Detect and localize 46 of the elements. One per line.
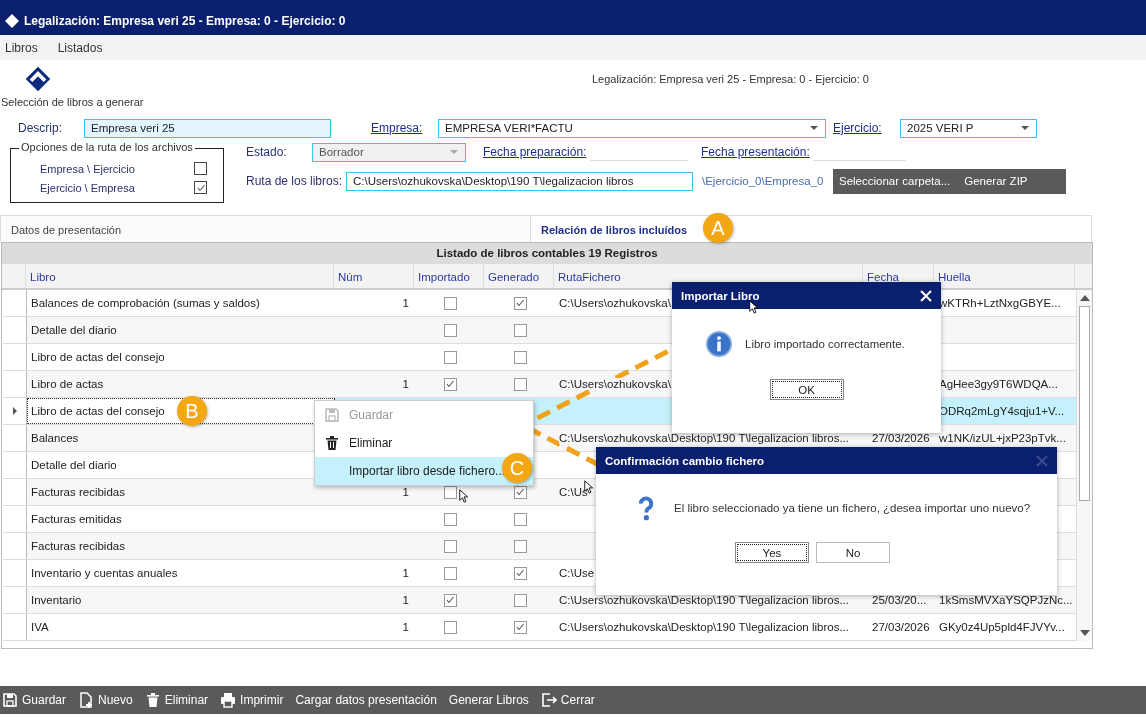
table-cell: 1 <box>402 486 409 498</box>
table-cell: 1 <box>402 378 409 390</box>
table-cell: ODRq2mLgY4sqju1+V... <box>939 405 1065 417</box>
table-cell: IVA <box>31 621 49 633</box>
path-suffix: \Ejercicio_0\Empresa_0 <box>702 175 825 187</box>
table-cell: Inventario <box>31 594 82 606</box>
table-cell: C:\Users\ozhukovska\ <box>559 378 671 390</box>
callout-badge: B <box>177 396 207 426</box>
field-label: Descrip: <box>18 121 63 135</box>
table-cell: GKy0z4Up5pld4FJVYv... <box>939 621 1065 633</box>
window-title: Legalización: Empresa veri 25 - Empresa: 0 - Ejercicio: 0 <box>24 13 346 28</box>
table-cell: wKTRh+LztNxgGBYE... <box>939 297 1061 309</box>
option-label: Ejercicio \ Empresa <box>40 181 135 194</box>
table-cell: C:\Use <box>559 567 595 579</box>
table-cell: C:\Users\ozhukovska\Desktop\190 T\legalizacion libros... <box>559 621 849 633</box>
option-label: Empresa \ Ejercicio <box>40 162 135 175</box>
table-cell: Inventario y cuentas anuales <box>31 567 178 579</box>
table-title: Listado de libros contables 19 Registros <box>2 243 1092 264</box>
dialog-title: Confirmación cambio fichero <box>605 454 765 467</box>
table-cell: AgHee3gy9T6WDQA... <box>939 378 1058 390</box>
table-cell: Libro de actas <box>31 378 104 390</box>
table-cell: Facturas emitidas <box>31 513 122 525</box>
field-label: Ruta de los libros: <box>246 174 344 188</box>
table-cell: Detalle del diario <box>31 459 117 471</box>
header-caption: Legalización: Empresa veri 25 - Empresa: 0 - Ejercicio: 0 <box>592 73 869 85</box>
table-cell: 27/03/2026 <box>872 621 930 633</box>
table-cell: 1 <box>402 621 409 633</box>
table-cell: Balances <box>31 432 79 444</box>
group-title: Opciones de la ruta de los archivos <box>19 141 195 153</box>
section-title: Selección de libros a generar <box>0 96 145 108</box>
table-cell: Libro de actas del consejo <box>31 405 165 417</box>
table-cell: C:\Users\ozhukovska\ <box>559 297 671 309</box>
table-cell: Facturas recibidas <box>31 540 125 552</box>
table-cell: Balances de comprobación (sumas y saldos) <box>31 297 260 309</box>
table-cell: w1NK/izUL+jxP23pTvk... <box>939 432 1066 444</box>
table-cell: C:\Users\ozhukovska\Desktop\190 T\legalizacion libros... <box>559 432 849 444</box>
dialog-message: El libro seleccionado ya tiene un fichero, ¿desea importar uno nuevo? <box>674 502 1031 514</box>
table-cell: 1 <box>402 567 409 579</box>
table-cell: Libro de actas del consejo <box>31 351 165 363</box>
dialog-title: Importar Libro <box>681 289 760 302</box>
table-cell: Detalle del diario <box>31 324 117 336</box>
table-cell: 1 <box>402 594 409 606</box>
dialog-message: Libro importado correctamente. <box>745 338 905 350</box>
table-cell: Facturas recibidas <box>31 486 125 498</box>
field-label: Estado: <box>246 145 288 159</box>
table-cell: 1 <box>402 297 409 309</box>
